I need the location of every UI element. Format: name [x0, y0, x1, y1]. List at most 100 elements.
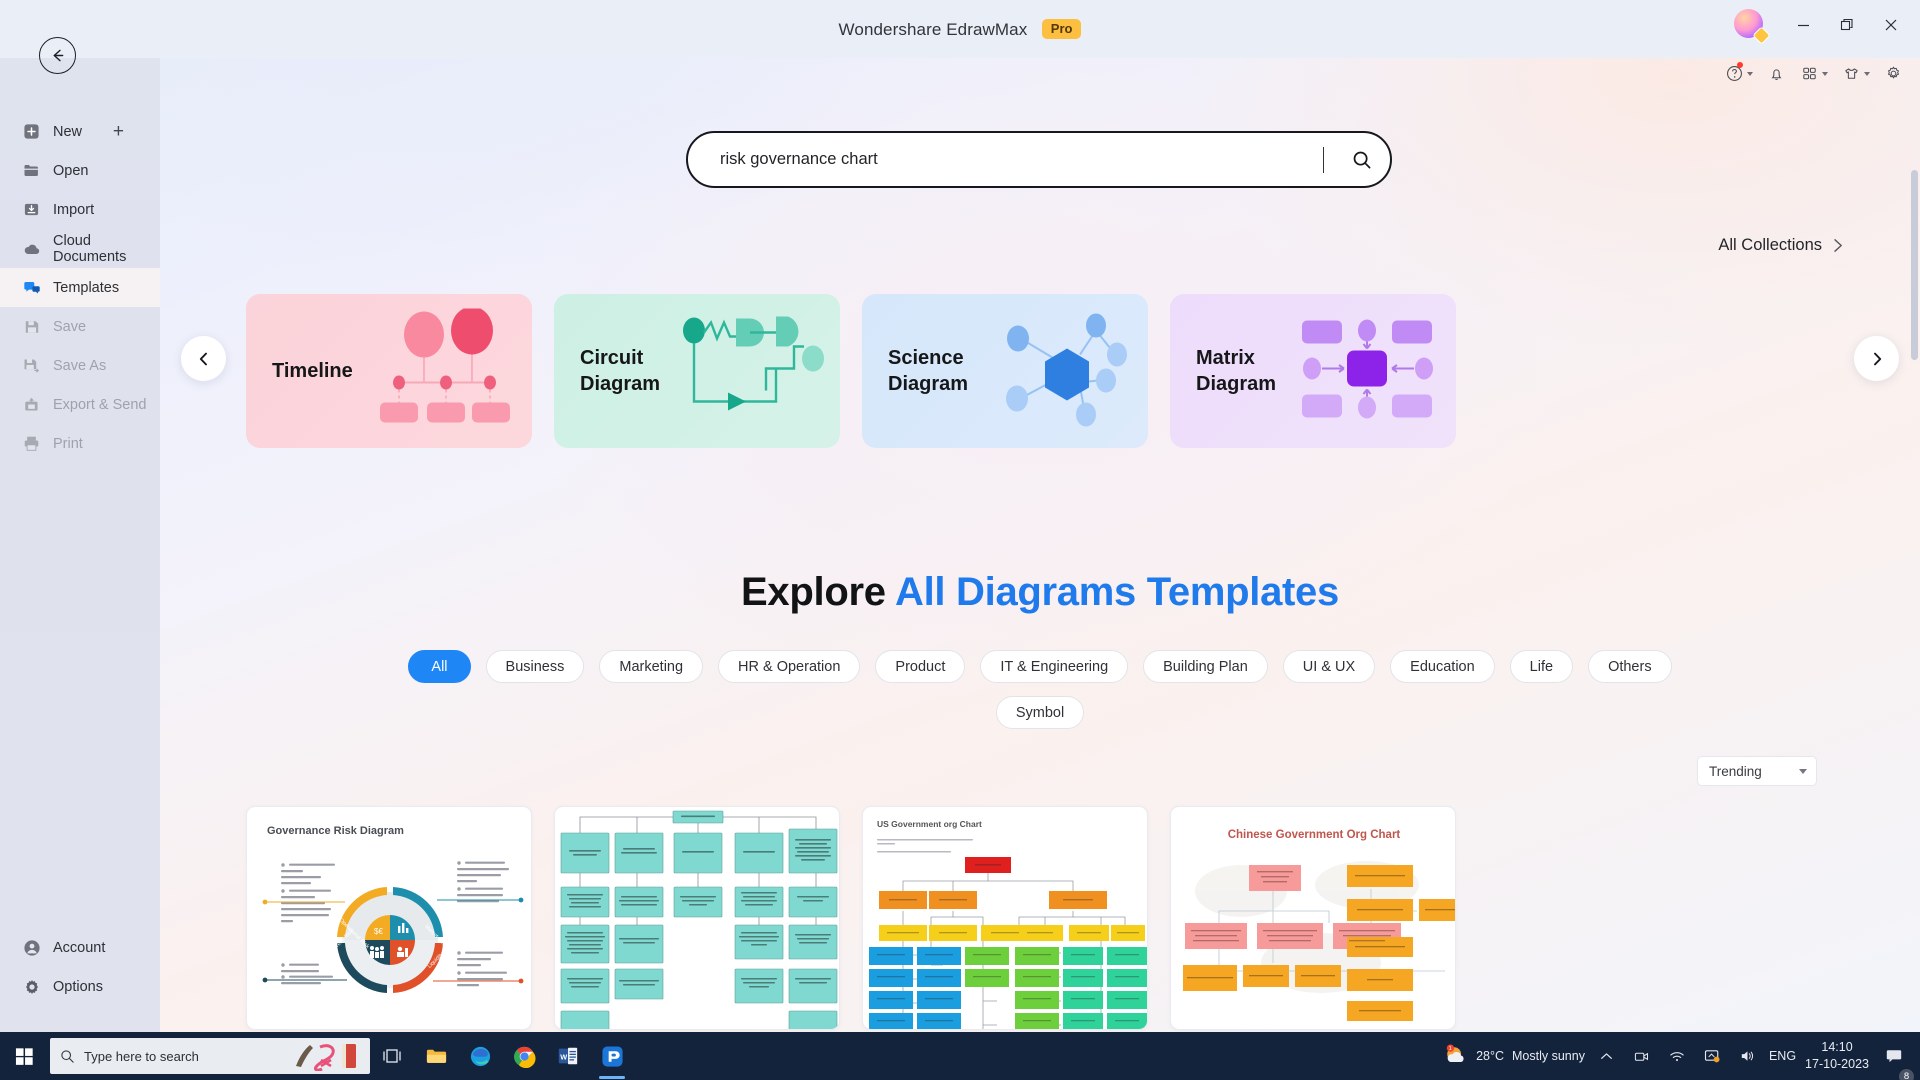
sort-dropdown[interactable]: Trending — [1697, 756, 1817, 786]
svg-text:$€: $€ — [374, 927, 383, 936]
featured-carousel: Timeline Circuit Diagram Science Diagram… — [160, 294, 1920, 464]
all-collections-link[interactable]: All Collections — [1718, 236, 1844, 255]
sidebar-item-label: Export & Send — [53, 396, 147, 413]
sidebar-item-options[interactable]: Options — [0, 967, 160, 1006]
notification-bell-icon[interactable] — [1762, 60, 1791, 87]
minimize-button[interactable] — [1782, 8, 1824, 42]
main-content: All Collections Timeline — [160, 58, 1920, 1032]
user-avatar[interactable] — [1734, 9, 1771, 45]
svg-text:1: 1 — [1449, 1046, 1452, 1052]
template-thumbnail[interactable]: Chinese Government Org Chart — [1170, 806, 1456, 1030]
sidebar-item-save-as: Save As — [0, 346, 160, 385]
apps-grid-icon[interactable] — [1795, 60, 1833, 87]
weather-widget[interactable]: 1 28°C Mostly sunny — [1444, 1044, 1585, 1068]
display-settings-icon[interactable] — [1699, 1032, 1725, 1080]
chip-marketing[interactable]: Marketing — [599, 650, 704, 683]
show-hidden-icons-chevron-up-icon[interactable] — [1594, 1032, 1620, 1080]
close-button[interactable] — [1870, 8, 1912, 42]
category-filter-chips: All Business Marketing HR & Operation Pr… — [160, 650, 1920, 729]
camera-icon[interactable] — [1629, 1032, 1655, 1080]
search-box[interactable] — [686, 131, 1392, 188]
task-view-icon[interactable] — [370, 1032, 414, 1080]
weather-temperature: 28°C — [1476, 1049, 1504, 1063]
timeline-art — [372, 306, 522, 434]
search-icon[interactable] — [1342, 140, 1382, 180]
carousel-card-circuit-diagram[interactable]: Circuit Diagram — [554, 294, 840, 448]
chip-symbol[interactable]: Symbol — [995, 696, 1085, 729]
microsoft-word-icon[interactable]: W — [546, 1032, 590, 1080]
theme-shirt-icon[interactable] — [1837, 60, 1875, 87]
taskbar-search-placeholder: Type here to search — [84, 1048, 199, 1064]
pro-badge: Pro — [1041, 18, 1082, 39]
sidebar-item-import[interactable]: Import — [0, 190, 160, 229]
sidebar-item-new[interactable]: New + — [0, 112, 160, 151]
wifi-icon[interactable] — [1664, 1032, 1690, 1080]
vertical-scrollbar[interactable] — [1911, 170, 1918, 1000]
clock[interactable]: 14:10 17-10-2023 — [1805, 1039, 1869, 1073]
chip-business[interactable]: Business — [485, 650, 585, 683]
sidebar-item-label: New — [53, 123, 83, 140]
explore-prefix: Explore — [741, 570, 886, 614]
sidebar-item-open[interactable]: Open — [0, 151, 160, 190]
account-icon — [22, 938, 41, 957]
template-card[interactable]: US Government org Chart — [862, 806, 1148, 1032]
carousel-card-matrix-diagram[interactable]: Matrix Diagram — [1170, 294, 1456, 448]
chip-building-plan[interactable]: Building Plan — [1143, 650, 1268, 683]
weather-condition: Mostly sunny — [1512, 1049, 1585, 1063]
sidebar-item-account[interactable]: Account — [0, 928, 160, 967]
carousel-card-timeline[interactable]: Timeline — [246, 294, 532, 448]
add-new-button[interactable]: + — [113, 122, 124, 141]
help-notification-dot — [1737, 62, 1743, 68]
explore-highlight: All Diagrams Templates — [895, 570, 1339, 614]
chip-life[interactable]: Life — [1509, 650, 1574, 683]
chip-product[interactable]: Product — [875, 650, 966, 683]
save-as-icon — [22, 356, 41, 375]
microsoft-edge-icon[interactable] — [458, 1032, 502, 1080]
search-input[interactable] — [720, 150, 1317, 169]
template-card[interactable]: Chinese Government Org Chart — [1170, 806, 1456, 1032]
carousel-next-button[interactable] — [1854, 336, 1899, 381]
template-thumbnail[interactable] — [554, 806, 840, 1030]
sidebar-item-label: Cloud Documents — [53, 232, 127, 265]
file-explorer-icon[interactable] — [414, 1032, 458, 1080]
volume-icon[interactable] — [1734, 1032, 1760, 1080]
notification-center-icon[interactable]: 8 — [1878, 1032, 1914, 1080]
chip-ui-ux[interactable]: UI & UX — [1282, 650, 1376, 683]
template-card[interactable]: Governance Risk Diagram $€ Credit Risk M… — [246, 806, 532, 1032]
sidebar-item-label: Save — [53, 318, 87, 335]
chip-hr-operation[interactable]: HR & Operation — [718, 650, 861, 683]
sidebar-bottom-group: Account Options — [0, 928, 160, 1006]
maximize-button[interactable] — [1826, 8, 1868, 42]
sidebar-item-label: Save As — [53, 357, 107, 374]
templates-page: All Collections Timeline — [160, 58, 1920, 1032]
edrawmax-icon[interactable] — [590, 1032, 634, 1080]
chip-education[interactable]: Education — [1390, 650, 1495, 683]
chip-it-engineering[interactable]: IT & Engineering — [980, 650, 1129, 683]
sidebar-item-cloud-documents[interactable]: Cloud Documents — [0, 229, 160, 268]
chip-all[interactable]: All — [408, 650, 471, 683]
carousel-card-science-diagram[interactable]: Science Diagram — [862, 294, 1148, 448]
scrollbar-thumb[interactable] — [1911, 170, 1918, 360]
settings-gear-icon[interactable] — [1879, 60, 1908, 87]
carousel-prev-button[interactable] — [181, 336, 226, 381]
secondary-toolbar — [1720, 60, 1908, 87]
windows-taskbar: Type here to search W 1 28°C Mostly sunn… — [0, 1032, 1920, 1080]
windows-start-icon[interactable] — [0, 1032, 48, 1080]
sidebar-item-export-send: Export & Send — [0, 385, 160, 424]
chinese-gov-org-chart-art: Chinese Government Org Chart — [1171, 807, 1455, 1029]
chevron-right-icon — [1834, 239, 1842, 252]
help-icon[interactable] — [1720, 60, 1758, 87]
sidebar-item-label: Open — [53, 162, 89, 179]
search-area — [686, 131, 1392, 188]
chip-others[interactable]: Others — [1588, 650, 1672, 683]
chevron-down-icon — [1747, 71, 1753, 76]
language-indicator[interactable]: ENG — [1769, 1049, 1796, 1063]
sidebar-item-templates[interactable]: Templates — [0, 268, 160, 307]
template-thumbnail[interactable]: Governance Risk Diagram $€ Credit Risk M… — [246, 806, 532, 1030]
template-thumbnail[interactable]: US Government org Chart — [862, 806, 1148, 1030]
template-card[interactable] — [554, 806, 840, 1032]
google-chrome-icon[interactable] — [502, 1032, 546, 1080]
taskbar-search-box[interactable]: Type here to search — [50, 1038, 370, 1074]
back-button[interactable] — [39, 37, 76, 74]
new-file-icon — [22, 122, 41, 141]
